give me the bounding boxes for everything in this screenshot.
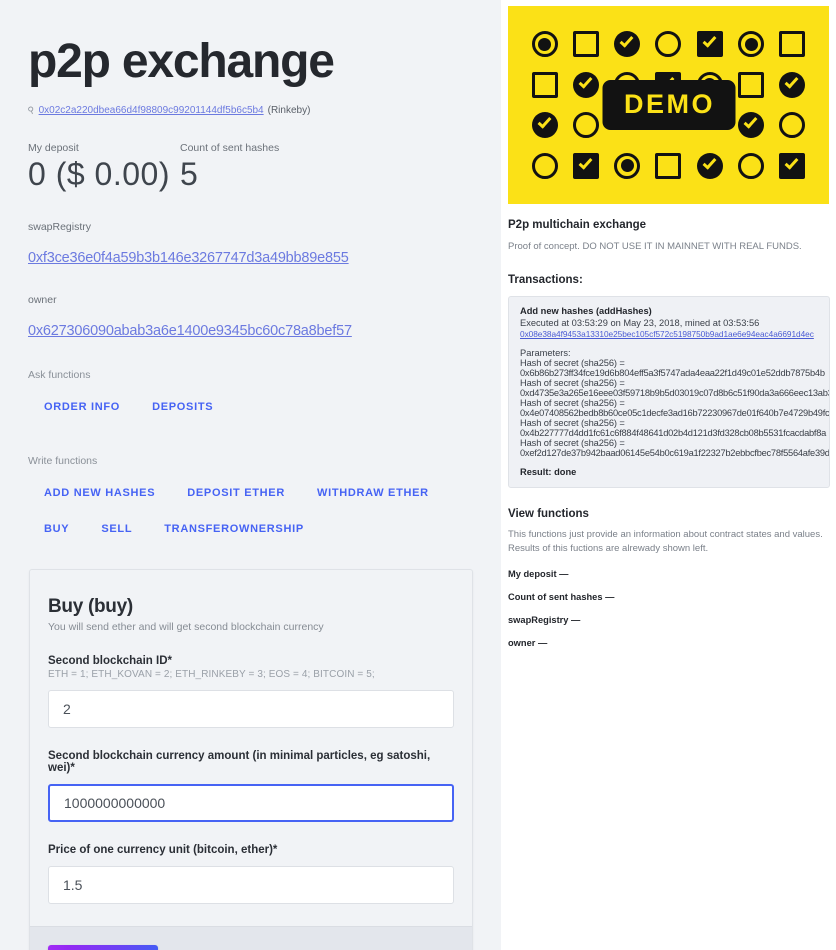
view-function-count-of-sent-hashes: Count of sent hashes — — [508, 592, 615, 603]
app-page: p2p exchange ⚲ 0x02c2a220dbea66d4f98809c… — [0, 0, 836, 950]
write-function-add-new-hashes[interactable]: ADD NEW HASHES — [28, 478, 171, 508]
view-function-swapregistry: swapRegistry — — [508, 615, 581, 626]
ask-function-order-info[interactable]: ORDER INFO — [28, 392, 136, 422]
field-second-blockchain-amount: Second blockchain currency amount (in mi… — [48, 750, 454, 823]
stat-label: My deposit — [28, 142, 79, 155]
circle-empty-icon — [779, 112, 806, 139]
circle-check-icon — [531, 112, 558, 139]
buy-form-footer: EXECUTE — [30, 926, 472, 950]
field-second-blockchain-id: Second blockchain ID* ETH = 1; ETH_KOVAN… — [48, 655, 454, 729]
write-functions-label: Write functions — [28, 455, 98, 468]
circle-empty-icon — [738, 152, 765, 179]
view-functions-title: View functions — [508, 507, 589, 520]
radio-selected-icon — [614, 152, 641, 179]
view-function-my-deposit: My deposit — — [508, 569, 569, 580]
stat-my-deposit: My deposit 0 ($ 0.00) — [28, 142, 180, 193]
parameter-label: Hash of secret (sha256) = — [520, 397, 625, 408]
swap-registry-link[interactable]: 0xf3ce36e0f4a59b3b146e3267747d3a49bb89e8… — [28, 250, 473, 266]
write-function-deposit-ether[interactable]: DEPOSIT ETHER — [171, 478, 301, 508]
second-blockchain-amount-input[interactable] — [48, 784, 454, 823]
field-label: Second blockchain ID* — [48, 655, 172, 668]
view-functions-description: This functions just provide an informati… — [508, 528, 823, 555]
transaction-parameters-label: Parameters: — [520, 347, 571, 358]
buy-form-card: Buy (buy) You will send ether and will g… — [29, 569, 473, 950]
parameter-value: 0x4e07408562bedb8b60ce05c1decfe3ad16b722… — [520, 407, 830, 418]
transaction-card: Add new hashes (addHashes) Executed at 0… — [508, 295, 830, 488]
checkbox-checked-icon — [572, 152, 599, 179]
circle-check-icon — [614, 31, 641, 58]
write-function-buy[interactable]: BUY — [28, 514, 85, 544]
swap-registry-label: swapRegistry — [28, 221, 92, 234]
radio-selected-icon — [531, 31, 558, 58]
parameter-label: Hash of secret (sha256) = — [520, 377, 625, 388]
stats-row: My deposit 0 ($ 0.00) Count of sent hash… — [28, 142, 473, 193]
circle-empty-icon — [655, 31, 682, 58]
ask-functions-label: Ask functions — [28, 369, 91, 382]
write-function-transferownership[interactable]: TRANSFEROWNERSHIP — [148, 514, 320, 544]
radio-selected-icon — [738, 31, 765, 58]
buy-form-body: Buy (buy) You will send ether and will g… — [30, 570, 472, 926]
write-functions-row: ADD NEW HASHES DEPOSIT ETHER WITHDRAW ET… — [28, 475, 473, 547]
key-icon: ⚲ — [26, 104, 36, 117]
checkbox-empty-icon — [738, 71, 765, 98]
second-blockchain-id-input[interactable] — [48, 690, 454, 729]
circle-check-icon — [696, 152, 723, 179]
page-title: p2p exchange — [28, 35, 335, 88]
checkbox-checked-icon — [779, 152, 806, 179]
circle-check-icon — [779, 71, 806, 98]
parameter-value: 0x4b227777d4dd1fc61c6f884f48641d02b4d121… — [520, 427, 827, 438]
transaction-result: Result: done — [520, 466, 577, 477]
transactions-heading: Transactions: — [508, 273, 583, 286]
parameter-label: Hash of secret (sha256) = — [520, 437, 625, 448]
circle-empty-icon — [531, 152, 558, 179]
field-hint: ETH = 1; ETH_KOVAN = 2; ETH_RINKEBY = 3;… — [48, 669, 375, 681]
circle-check-icon — [572, 71, 599, 98]
owner-link[interactable]: 0x627306090abab3a6e1400e9345bc60c78a8bef… — [28, 323, 473, 339]
checkbox-empty-icon — [531, 71, 558, 98]
write-function-sell[interactable]: SELL — [85, 514, 148, 544]
write-function-withdraw-ether[interactable]: WITHDRAW ETHER — [301, 478, 445, 508]
left-panel: p2p exchange ⚲ 0x02c2a220dbea66d4f98809c… — [0, 0, 501, 950]
parameter-value: 0xef2d127de37b942baad06145e54b0c619a1f22… — [520, 447, 830, 458]
demo-banner-image: DEMO — [508, 6, 829, 204]
parameter-label: Hash of secret (sha256) = — [520, 357, 625, 368]
demo-badge: DEMO — [602, 80, 735, 130]
checkbox-checked-icon — [696, 31, 723, 58]
ask-function-deposits[interactable]: DEPOSITS — [136, 392, 229, 422]
ask-functions-row: ORDER INFO DEPOSITS — [28, 389, 473, 425]
owner-label: owner — [28, 294, 57, 307]
parameter-value: 0x6b86b273ff34fce19d6b804eff5a3f5747ada4… — [520, 367, 825, 378]
right-panel: DEMO P2p multichain exchange Proof of co… — [501, 0, 836, 950]
contract-address-line: ⚲ 0x02c2a220dbea66d4f98809c99201144df5b6… — [26, 104, 473, 117]
field-price-per-unit: Price of one currency unit (bitcoin, eth… — [48, 844, 454, 905]
checkbox-empty-icon — [572, 31, 599, 58]
form-title: Buy (buy) — [48, 596, 133, 618]
stat-count-of-sent-hashes: Count of sent hashes 5 — [180, 142, 279, 193]
form-subtitle: You will send ether and will get second … — [48, 621, 324, 634]
parameter-label: Hash of secret (sha256) = — [520, 417, 625, 428]
circle-check-icon — [738, 112, 765, 139]
field-label: Second blockchain currency amount (in mi… — [48, 750, 431, 775]
price-per-unit-input[interactable] — [48, 866, 454, 905]
stat-label: Count of sent hashes — [180, 142, 280, 155]
view-function-owner: owner — — [508, 638, 548, 649]
right-panel-title: P2p multichain exchange — [508, 219, 647, 231]
transaction-executed: Executed at 03:53:29 on May 23, 2018, mi… — [520, 317, 760, 328]
transaction-name: Add new hashes (addHashes) — [520, 305, 652, 316]
stat-value: 0 ($ 0.00) — [28, 156, 170, 193]
checkbox-empty-icon — [779, 31, 806, 58]
field-label: Price of one currency unit (bitcoin, eth… — [48, 844, 278, 857]
circle-empty-icon — [572, 112, 599, 139]
checkbox-empty-icon — [655, 152, 682, 179]
network-label: (Rinkeby) — [267, 105, 311, 117]
contract-address-link[interactable]: 0x02c2a220dbea66d4f98809c99201144df5b6c5… — [39, 105, 264, 116]
stat-value: 5 — [180, 156, 199, 193]
parameter-value: 0xd4735e3a265e16eee03f59718b9b5d03019c07… — [520, 387, 830, 398]
transaction-hash-link[interactable]: 0x08e38a4f9453a13310e25bec105cf572c51987… — [520, 329, 819, 339]
right-panel-subtitle: Proof of concept. DO NOT USE IT IN MAINN… — [508, 241, 802, 252]
execute-button[interactable]: EXECUTE — [48, 945, 159, 950]
